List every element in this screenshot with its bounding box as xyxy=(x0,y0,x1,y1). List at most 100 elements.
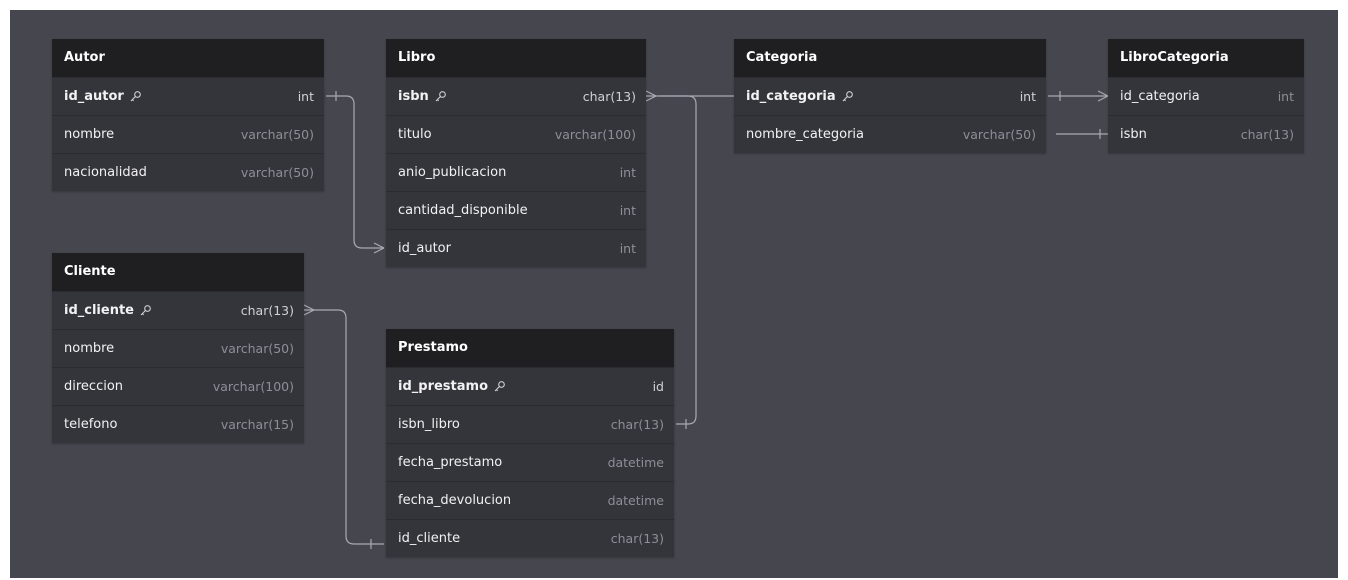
field-type: varchar(15) xyxy=(220,417,294,432)
field-name: nacionalidad xyxy=(64,165,147,180)
field-name-wrap: titulo xyxy=(398,127,432,142)
field-name: fecha_devolucion xyxy=(398,493,512,508)
field-type: varchar(50) xyxy=(240,127,314,142)
field-name-wrap: nacionalidad xyxy=(64,165,147,180)
field-row[interactable]: fecha_devolucion datetime xyxy=(386,481,674,519)
field-type: varchar(50) xyxy=(962,127,1036,142)
field-name: id_autor xyxy=(64,89,124,104)
field-name-wrap: id_cliente xyxy=(64,303,152,318)
field-name: nombre xyxy=(64,341,115,356)
field-name-wrap: id_categoria xyxy=(746,89,854,104)
diagram-canvas[interactable]: Autor id_autor int nombre varchar(50) nacion… xyxy=(10,10,1338,578)
field-name: id_cliente xyxy=(398,531,461,546)
field-name-wrap: cantidad_disponible xyxy=(398,203,528,218)
field-type: datetime xyxy=(607,493,664,508)
field-type: varchar(50) xyxy=(240,165,314,180)
field-name: id_categoria xyxy=(746,89,836,104)
edge-autor-libro xyxy=(326,95,384,249)
field-name: id_cliente xyxy=(64,303,134,318)
field-type: char(13) xyxy=(610,417,664,432)
field-name-wrap: telefono xyxy=(64,417,117,432)
table-cliente[interactable]: Cliente id_cliente char(13) nombre varchar(… xyxy=(52,253,304,443)
field-row[interactable]: id_prestamo id xyxy=(386,367,674,405)
field-row[interactable]: telefono varchar(15) xyxy=(52,405,304,443)
field-name-wrap: nombre xyxy=(64,127,114,142)
field-name: nombre_categoria xyxy=(746,127,865,142)
field-row[interactable]: id_categoria int xyxy=(1108,77,1304,115)
table-header[interactable]: Categoria xyxy=(734,39,1046,77)
table-header[interactable]: Autor xyxy=(52,39,324,77)
field-row[interactable]: direccion varchar(100) xyxy=(52,367,304,405)
table-libro[interactable]: Libro isbn char(13) titulo varchar(100) anio… xyxy=(386,39,646,267)
field-name: isbn_libro xyxy=(398,417,460,432)
primary-key-icon xyxy=(493,380,506,393)
field-type: int xyxy=(619,241,636,256)
field-row[interactable]: id_categoria int xyxy=(734,77,1046,115)
field-type: char(13) xyxy=(582,89,636,104)
field-type: varchar(50) xyxy=(220,341,294,356)
field-row[interactable]: id_autor int xyxy=(386,229,646,267)
table-categoria[interactable]: Categoria id_categoria int nombre_categori… xyxy=(734,39,1046,153)
field-type: datetime xyxy=(607,455,664,470)
field-row[interactable]: fecha_prestamo datetime xyxy=(386,443,674,481)
field-type: char(13) xyxy=(1240,127,1294,142)
primary-key-icon xyxy=(129,90,142,103)
field-name-wrap: id_autor xyxy=(398,241,451,256)
field-type: char(13) xyxy=(610,531,664,546)
field-row[interactable]: id_cliente char(13) xyxy=(386,519,674,557)
field-type: int xyxy=(1019,89,1036,104)
field-row[interactable]: id_cliente char(13) xyxy=(52,291,304,329)
field-name-wrap: direccion xyxy=(64,379,123,394)
field-row[interactable]: nacionalidad varchar(50) xyxy=(52,153,324,191)
table-prestamo[interactable]: Prestamo id_prestamo id isbn_libro char(13)… xyxy=(386,329,674,557)
field-name-wrap: id_categoria xyxy=(1120,89,1200,104)
field-name: id_prestamo xyxy=(398,379,488,394)
field-name: isbn xyxy=(1120,127,1147,142)
field-row[interactable]: anio_publicacion int xyxy=(386,153,646,191)
table-librocategoria[interactable]: LibroCategoria id_categoria int isbn char(1… xyxy=(1108,39,1304,153)
field-name-wrap: isbn xyxy=(398,89,447,104)
edge-cliente-prestamo xyxy=(304,309,384,545)
field-type: int xyxy=(619,203,636,218)
field-name: fecha_prestamo xyxy=(398,455,503,470)
table-autor[interactable]: Autor id_autor int nombre varchar(50) nacion… xyxy=(52,39,324,191)
field-name: telefono xyxy=(64,417,118,432)
field-type: varchar(100) xyxy=(554,127,636,142)
field-name-wrap: fecha_devolucion xyxy=(398,493,511,508)
field-type: char(13) xyxy=(240,303,294,318)
field-name: isbn xyxy=(398,89,429,104)
table-header[interactable]: Libro xyxy=(386,39,646,77)
field-name-wrap: id_autor xyxy=(64,89,142,104)
field-name-wrap: fecha_prestamo xyxy=(398,455,502,470)
primary-key-icon xyxy=(841,90,854,103)
field-row[interactable]: isbn char(13) xyxy=(1108,115,1304,153)
field-name: titulo xyxy=(398,127,432,142)
field-row[interactable]: isbn_libro char(13) xyxy=(386,405,674,443)
field-row[interactable]: id_autor int xyxy=(52,77,324,115)
field-name: direccion xyxy=(64,379,124,394)
table-header[interactable]: LibroCategoria xyxy=(1108,39,1304,77)
field-name-wrap: anio_publicacion xyxy=(398,165,506,180)
field-type: id xyxy=(652,379,664,394)
field-type: varchar(100) xyxy=(212,379,294,394)
field-row[interactable]: cantidad_disponible int xyxy=(386,191,646,229)
field-type: int xyxy=(1277,89,1294,104)
field-name-wrap: id_cliente xyxy=(398,531,460,546)
field-name: anio_publicacion xyxy=(398,165,507,180)
field-name-wrap: isbn xyxy=(1120,127,1147,142)
field-name-wrap: nombre_categoria xyxy=(746,127,864,142)
field-type: int xyxy=(619,165,636,180)
table-header[interactable]: Cliente xyxy=(52,253,304,291)
table-header[interactable]: Prestamo xyxy=(386,329,674,367)
field-name: nombre xyxy=(64,127,115,142)
field-row[interactable]: isbn char(13) xyxy=(386,77,646,115)
primary-key-icon xyxy=(434,90,447,103)
field-name: id_categoria xyxy=(1120,89,1200,104)
field-row[interactable]: nombre_categoria varchar(50) xyxy=(734,115,1046,153)
field-type: int xyxy=(297,89,314,104)
field-name: cantidad_disponible xyxy=(398,203,528,218)
field-row[interactable]: titulo varchar(100) xyxy=(386,115,646,153)
field-row[interactable]: nombre varchar(50) xyxy=(52,329,304,367)
primary-key-icon xyxy=(139,304,152,317)
field-row[interactable]: nombre varchar(50) xyxy=(52,115,324,153)
